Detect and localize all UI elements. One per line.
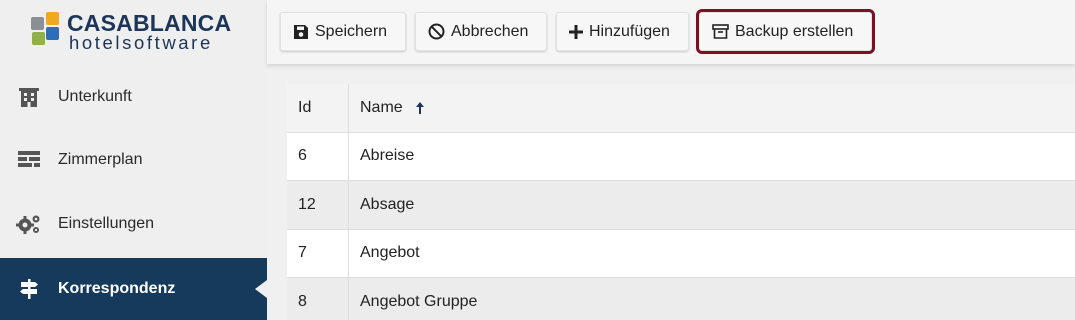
sort-ascending-icon <box>415 101 425 115</box>
gears-icon <box>16 211 42 237</box>
sidebar-item-label: Zimmerplan <box>58 151 143 168</box>
sidebar-item-label: Korrespondenz <box>58 280 176 297</box>
column-header-name[interactable]: Name <box>349 99 425 117</box>
sidebar: CASABLANCA hotelsoftware Unterkunft Zimm… <box>0 0 267 320</box>
backup-button-label: Backup erstellen <box>735 22 854 40</box>
sidebar-item-label: Unterkunft <box>58 88 132 105</box>
column-header-id[interactable]: Id <box>287 84 349 132</box>
correspondence-table: Id Name 6 Abreise 12 Absage 7 Angebot 8 … <box>287 84 1075 320</box>
cell-name: Angebot Gruppe <box>360 292 478 310</box>
active-indicator <box>255 280 267 298</box>
toolbar: Speichern Abbrechen Hinzufügen Backup er… <box>267 0 1075 64</box>
archive-icon <box>712 24 735 39</box>
cell-id: 6 <box>287 132 349 180</box>
backup-button[interactable]: Backup erstellen <box>696 9 875 54</box>
logo-mark <box>31 12 61 50</box>
cancel-button[interactable]: Abbrechen <box>415 12 547 51</box>
cell-name: Abreise <box>360 147 415 165</box>
table-row[interactable]: 7 Angebot <box>287 229 1075 278</box>
signpost-icon <box>16 276 42 302</box>
sidebar-item-zimmerplan[interactable]: Zimmerplan <box>0 129 267 191</box>
cell-id: 8 <box>287 278 349 320</box>
cell-name: Angebot <box>360 244 420 262</box>
cell-name: Absage <box>360 195 415 213</box>
cell-id: 7 <box>287 229 349 277</box>
cell-id: 12 <box>287 181 349 229</box>
cancel-button-label: Abbrechen <box>451 22 529 40</box>
table-header: Id Name <box>287 84 1075 133</box>
save-button[interactable]: Speichern <box>280 12 406 51</box>
sidebar-item-korrespondenz[interactable]: Korrespondenz <box>0 258 267 320</box>
building-icon <box>16 84 42 110</box>
sidebar-item-unterkunft[interactable]: Unterkunft <box>0 66 267 128</box>
table-row[interactable]: 12 Absage <box>287 181 1075 230</box>
add-button[interactable]: Hinzufügen <box>556 12 689 51</box>
room-plan-icon <box>16 147 42 173</box>
plus-icon <box>569 24 589 39</box>
table-row[interactable]: 6 Abreise <box>287 132 1075 181</box>
logo-subtitle: hotelsoftware <box>69 32 213 53</box>
sidebar-item-label: Einstellungen <box>58 215 155 232</box>
ban-icon <box>428 23 451 40</box>
table-row[interactable]: 8 Angebot Gruppe <box>287 278 1075 320</box>
save-icon <box>293 24 315 40</box>
add-button-label: Hinzufügen <box>589 22 670 40</box>
logo: CASABLANCA hotelsoftware <box>31 10 241 53</box>
save-button-label: Speichern <box>315 22 388 40</box>
sidebar-item-einstellungen[interactable]: Einstellungen <box>0 193 267 255</box>
